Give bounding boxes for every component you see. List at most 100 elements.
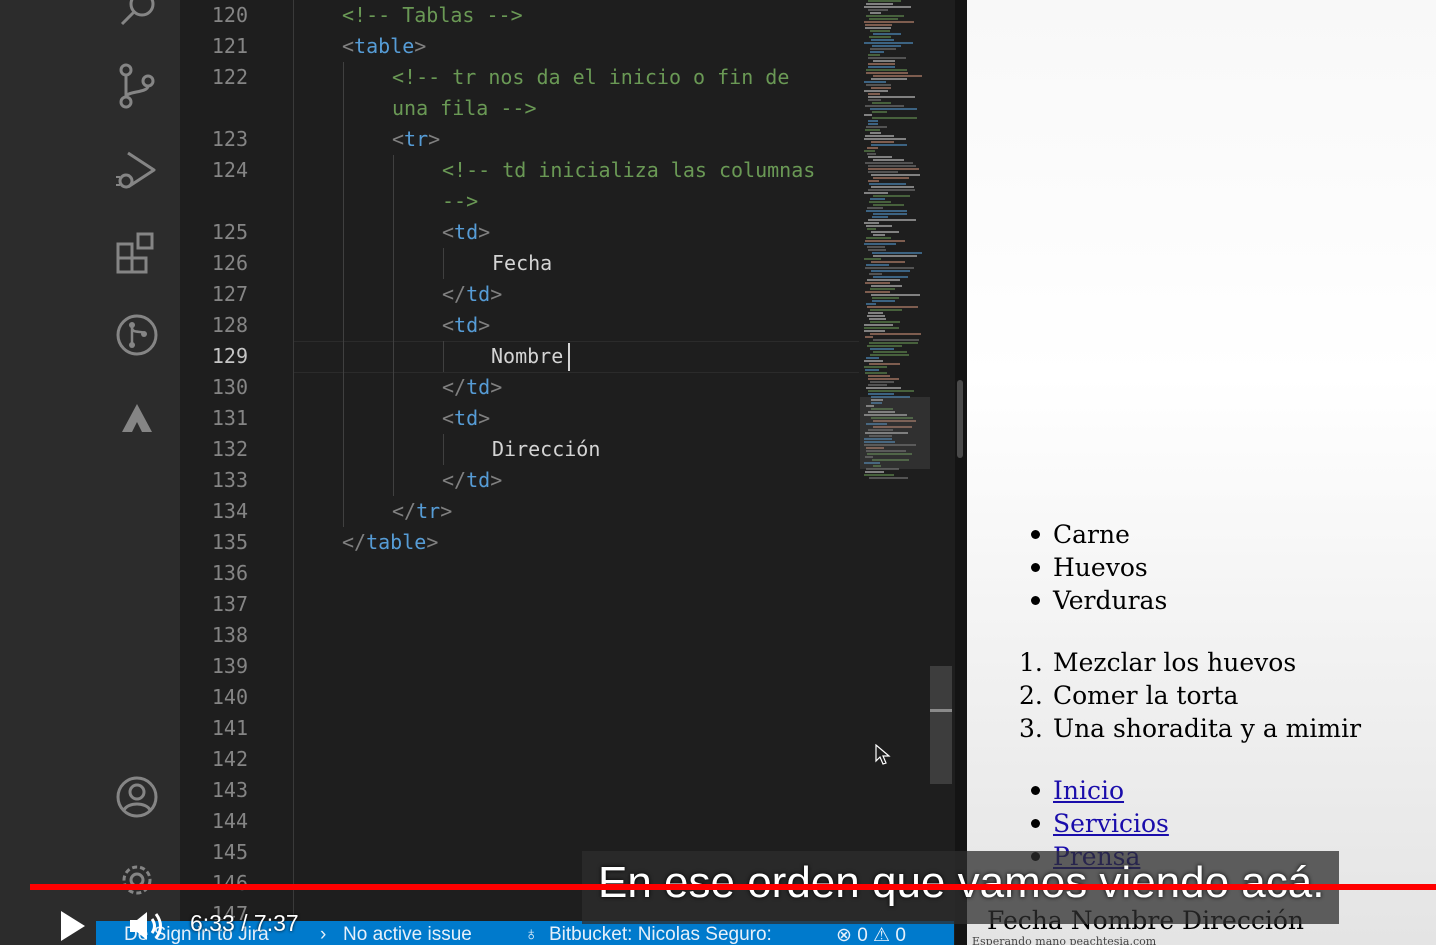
minimap-line bbox=[872, 111, 887, 113]
minimap-line bbox=[873, 60, 895, 62]
html-tag: tr bbox=[416, 499, 441, 523]
minimap-line bbox=[864, 114, 872, 116]
minimap-line bbox=[871, 87, 891, 89]
minimap-line bbox=[873, 33, 901, 35]
line-number: 139 bbox=[211, 654, 248, 678]
minimap-line bbox=[870, 198, 885, 200]
minimap-line bbox=[868, 96, 915, 98]
tag-bracket: > bbox=[490, 375, 503, 399]
minimap-line bbox=[868, 390, 914, 392]
nav-link-servicios[interactable]: Servicios bbox=[1053, 807, 1169, 840]
volume-icon[interactable] bbox=[128, 908, 168, 944]
video-time: 6:33 / 7:37 bbox=[190, 910, 299, 936]
play-icon[interactable] bbox=[58, 908, 88, 944]
minimap-line bbox=[869, 201, 891, 203]
minimap-line bbox=[873, 75, 922, 77]
bullet bbox=[1031, 563, 1040, 572]
minimap-line bbox=[869, 183, 906, 185]
bullet bbox=[1031, 530, 1040, 539]
code-editor[interactable]: 120 121 122 123 124 125 126 127 128 129 … bbox=[180, 0, 955, 920]
tag-bracket: </ bbox=[442, 375, 467, 399]
minimap-line bbox=[871, 39, 894, 41]
minimap-line bbox=[868, 123, 878, 125]
minimap-line bbox=[868, 156, 892, 158]
minimap-line bbox=[867, 207, 883, 209]
footer-text: Esperando mano peachtesia.com bbox=[972, 935, 1157, 945]
html-tag: tr bbox=[404, 127, 429, 151]
minimap-line bbox=[866, 15, 904, 17]
split-handle[interactable] bbox=[957, 380, 963, 458]
list-item: Verduras bbox=[1053, 586, 1168, 615]
atlassian-icon[interactable] bbox=[112, 394, 162, 444]
account-icon[interactable] bbox=[112, 772, 162, 822]
line-number-active: 129 bbox=[211, 344, 248, 368]
line-number-gutter: 120 121 122 123 124 125 126 127 128 129 … bbox=[180, 0, 294, 920]
html-tag: table bbox=[366, 530, 427, 554]
video-progress-bar[interactable] bbox=[30, 884, 1436, 890]
minimap-line bbox=[865, 27, 891, 29]
minimap-line bbox=[864, 42, 913, 44]
minimap-line bbox=[871, 231, 899, 233]
nav-link-inicio[interactable]: Inicio bbox=[1053, 774, 1124, 807]
indent-guide bbox=[393, 155, 394, 496]
git-graph-icon[interactable] bbox=[112, 310, 162, 360]
code-line: </table> bbox=[342, 527, 438, 558]
code-line: <td> bbox=[442, 217, 490, 248]
minimap-line bbox=[872, 117, 917, 119]
minimap-line bbox=[872, 216, 888, 218]
minimap-line bbox=[869, 363, 900, 365]
tag-bracket: > bbox=[414, 34, 427, 58]
minimap-line bbox=[870, 30, 890, 32]
run-debug-icon[interactable] bbox=[112, 145, 162, 195]
line-number: 141 bbox=[211, 716, 248, 740]
problems-indicator[interactable]: ⊗ 0 ⚠ 0 bbox=[836, 924, 906, 945]
minimap-line bbox=[873, 255, 917, 257]
minimap-line bbox=[864, 90, 888, 92]
line-number: 121 bbox=[211, 34, 248, 58]
minimap-line bbox=[865, 240, 905, 242]
minimap-line bbox=[866, 237, 891, 239]
minimap-line bbox=[872, 297, 899, 299]
minimap-line bbox=[867, 147, 878, 149]
minimap-slider[interactable] bbox=[860, 397, 930, 469]
minimap-line bbox=[867, 345, 902, 347]
gutter-divider bbox=[293, 0, 294, 920]
minimap-line bbox=[871, 78, 907, 80]
list-item: Mezclar los huevos bbox=[1053, 648, 1297, 677]
minimap-line bbox=[873, 276, 908, 278]
minimap-line bbox=[864, 138, 906, 140]
tag-bracket: < bbox=[442, 220, 455, 244]
minimap-line bbox=[868, 384, 887, 386]
minimap-line bbox=[864, 324, 893, 326]
minimap-line bbox=[870, 51, 884, 53]
minimap-line bbox=[870, 333, 921, 335]
list-number: 2. bbox=[1019, 681, 1043, 710]
chevron-right-icon: › bbox=[320, 924, 327, 945]
split-divider[interactable] bbox=[955, 0, 967, 945]
source-control-icon[interactable] bbox=[112, 61, 162, 111]
minimap-line bbox=[871, 270, 910, 272]
code-line: </td> bbox=[442, 465, 502, 496]
minimap-line bbox=[865, 372, 887, 374]
minimap-line bbox=[867, 228, 876, 230]
settings-gear-icon[interactable] bbox=[112, 855, 162, 905]
minimap-line bbox=[868, 312, 883, 314]
scrollbar-cursor-marker bbox=[930, 709, 952, 712]
minimap-line bbox=[868, 0, 901, 2]
editor-scrollbar[interactable] bbox=[930, 666, 952, 784]
minimap-line bbox=[866, 225, 892, 227]
bitbucket-status[interactable]: Bitbucket: Nicolas Seguro: bbox=[549, 924, 772, 945]
search-icon[interactable] bbox=[112, 0, 162, 38]
minimap-line bbox=[868, 378, 899, 380]
minimap-line bbox=[868, 99, 881, 101]
line-number: 136 bbox=[211, 561, 248, 585]
minimap-line bbox=[868, 219, 916, 221]
minimap-line bbox=[872, 252, 922, 254]
minimap-line bbox=[870, 132, 881, 134]
active-issue-status[interactable]: No active issue bbox=[343, 924, 472, 945]
html-tag: td bbox=[454, 313, 479, 337]
html-tag: td bbox=[466, 468, 491, 492]
line-number: 130 bbox=[211, 375, 248, 399]
minimap-line bbox=[866, 303, 876, 305]
extensions-icon[interactable] bbox=[112, 228, 162, 278]
